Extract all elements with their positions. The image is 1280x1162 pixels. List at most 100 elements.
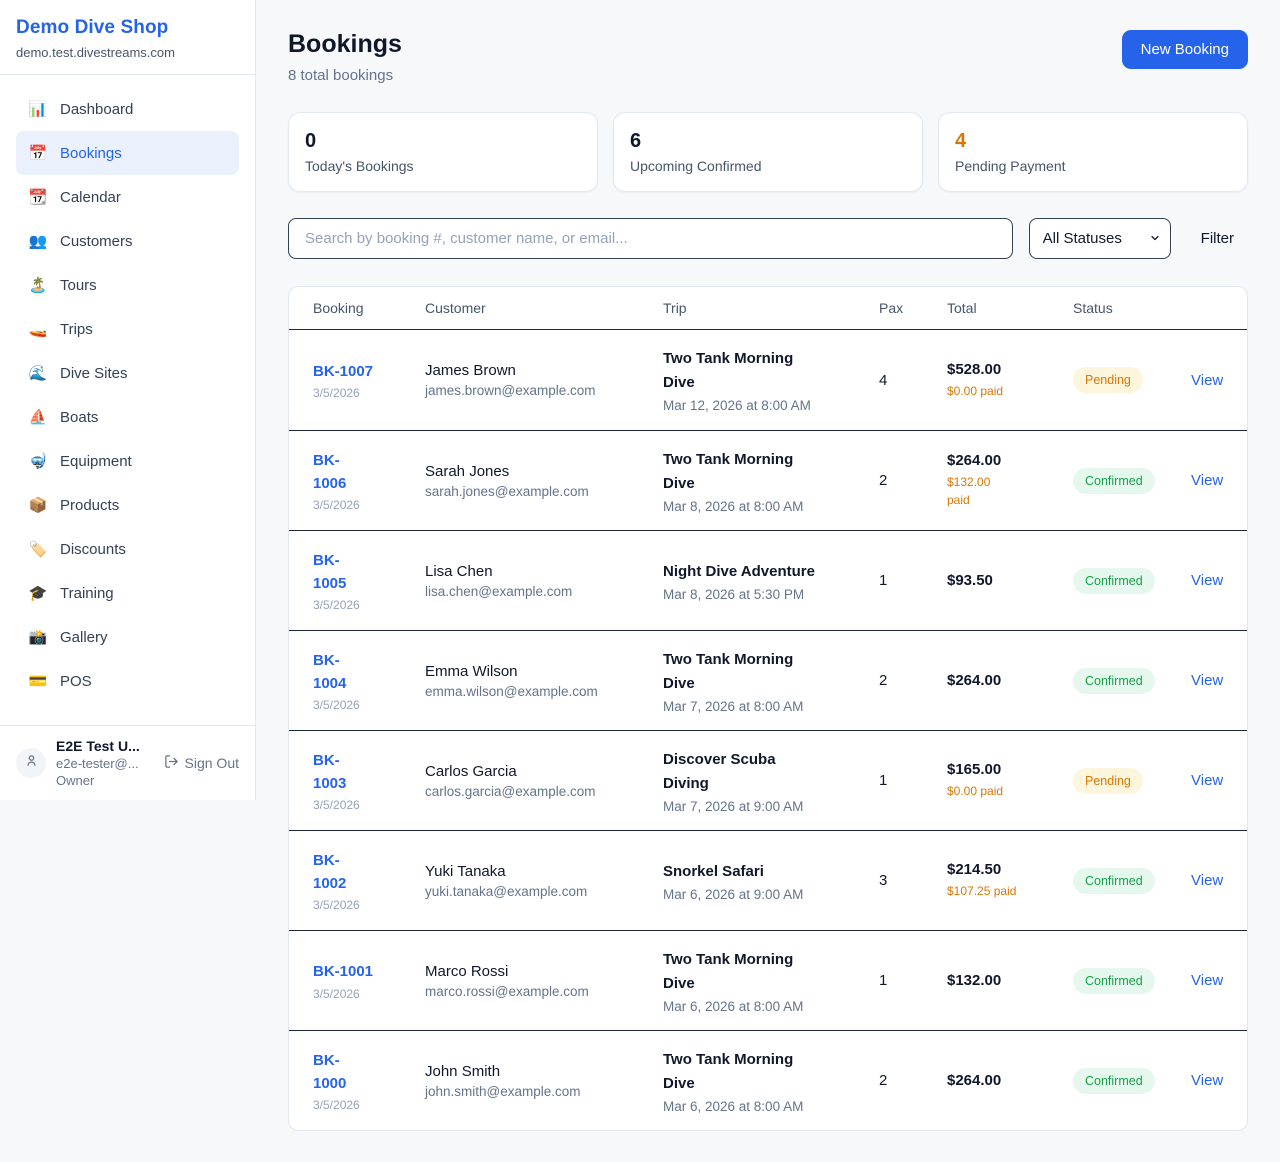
sidebar-item-trips[interactable]: 🚤 Trips [16, 307, 239, 351]
booking-id-link[interactable]: BK-1001 [313, 960, 425, 983]
page-title: Bookings [288, 30, 402, 59]
sign-out-icon [164, 754, 179, 772]
sidebar-item-dive-sites[interactable]: 🌊 Dive Sites [16, 351, 239, 395]
total-amount: $132.00 [947, 972, 1073, 989]
customers-icon: 👥 [28, 232, 48, 250]
sidebar-item-label: Bookings [60, 145, 122, 162]
status-badge: Confirmed [1073, 468, 1155, 494]
trip-title: Night Dive Adventure [663, 560, 879, 584]
pax-count: 2 [879, 1072, 947, 1089]
customer-email: emma.wilson@example.com [425, 684, 663, 699]
booking-id-link[interactable]: BK- 1000 [313, 1049, 425, 1096]
sidebar-item-label: Dashboard [60, 101, 133, 118]
status-badge: Confirmed [1073, 568, 1155, 594]
customer-email: marco.rossi@example.com [425, 984, 663, 999]
sidebar-item-label: Trips [60, 321, 93, 338]
sidebar-item-discounts[interactable]: 🏷️ Discounts [16, 527, 239, 571]
status-badge: Confirmed [1073, 668, 1155, 694]
sidebar-item-calendar[interactable]: 📆 Calendar [16, 175, 239, 219]
dashboard-icon: 📊 [28, 100, 48, 118]
view-link[interactable]: View [1191, 572, 1223, 589]
view-link[interactable]: View [1191, 872, 1223, 889]
total-amount: $528.00 [947, 361, 1073, 378]
search-input[interactable] [288, 218, 1013, 259]
sidebar-item-label: Customers [60, 233, 133, 250]
boats-icon: ⛵ [28, 408, 48, 426]
booking-id-link[interactable]: BK- 1005 [313, 549, 425, 596]
table-header: BookingCustomerTripPaxTotalStatus [289, 287, 1247, 330]
sidebar-item-label: Equipment [60, 453, 132, 470]
booking-id-link[interactable]: BK- 1002 [313, 849, 425, 896]
dive-sites-icon: 🌊 [28, 364, 48, 382]
bookings-table: BookingCustomerTripPaxTotalStatus BK-100… [288, 286, 1248, 1131]
table-row: BK- 1000 3/5/2026 John Smith john.smith@… [289, 1030, 1247, 1130]
sidebar-item-tours[interactable]: 🏝️ Tours [16, 263, 239, 307]
customer-email: james.brown@example.com [425, 383, 663, 398]
booking-date: 3/5/2026 [313, 898, 425, 912]
stat-label: Today's Bookings [305, 158, 581, 174]
sidebar-item-products[interactable]: 📦 Products [16, 483, 239, 527]
trip-title: Two Tank Morning Dive [663, 1048, 879, 1096]
sidebar-item-customers[interactable]: 👥 Customers [16, 219, 239, 263]
view-link[interactable]: View [1191, 672, 1223, 689]
user-name: E2E Test U... [56, 738, 154, 754]
table-row: BK-1001 3/5/2026 Marco Rossi marco.rossi… [289, 930, 1247, 1030]
total-amount: $264.00 [947, 452, 1073, 469]
trip-time: Mar 6, 2026 at 9:00 AM [663, 887, 879, 902]
booking-id-link[interactable]: BK- 1004 [313, 649, 425, 696]
pax-count: 1 [879, 972, 947, 989]
sidebar-item-training[interactable]: 🎓 Training [16, 571, 239, 615]
sidebar-item-label: POS [60, 673, 92, 690]
booking-date: 3/5/2026 [313, 598, 425, 612]
pax-count: 1 [879, 772, 947, 789]
view-link[interactable]: View [1191, 772, 1223, 789]
sidebar-item-label: Training [60, 585, 114, 602]
calendar-icon: 📆 [28, 188, 48, 206]
column-header-trip: Trip [663, 300, 879, 316]
pos-icon: 💳 [28, 672, 48, 690]
status-badge: Confirmed [1073, 1068, 1155, 1094]
customer-name: Marco Rossi [425, 963, 663, 980]
status-badge: Pending [1073, 367, 1143, 393]
stat-value: 6 [630, 130, 906, 153]
sign-out-button[interactable]: Sign Out [164, 754, 239, 772]
paid-amount: $0.00 paid [947, 782, 1073, 800]
sidebar-item-bookings[interactable]: 📅 Bookings [16, 131, 239, 175]
sidebar-item-label: Products [60, 497, 119, 514]
view-link[interactable]: View [1191, 1072, 1223, 1089]
status-select[interactable]: All Statuses [1029, 218, 1171, 259]
sidebar-item-dashboard[interactable]: 📊 Dashboard [16, 87, 239, 131]
filter-button[interactable]: Filter [1187, 230, 1248, 247]
view-link[interactable]: View [1191, 972, 1223, 989]
view-link[interactable]: View [1191, 472, 1223, 489]
new-booking-button[interactable]: New Booking [1122, 30, 1248, 69]
booking-id-link[interactable]: BK- 1006 [313, 449, 425, 496]
total-amount: $264.00 [947, 672, 1073, 689]
customer-name: James Brown [425, 362, 663, 379]
trip-title: Two Tank Morning Dive [663, 448, 879, 496]
trip-title: Two Tank Morning Dive [663, 948, 879, 996]
sidebar-item-equipment[interactable]: 🤿 Equipment [16, 439, 239, 483]
booking-id-link[interactable]: BK- 1003 [313, 749, 425, 796]
booking-id-link[interactable]: BK-1007 [313, 360, 425, 383]
customer-name: John Smith [425, 1063, 663, 1080]
brand-name[interactable]: Demo Dive Shop [16, 17, 239, 39]
sidebar-item-gallery[interactable]: 📸 Gallery [16, 615, 239, 659]
trips-icon: 🚤 [28, 320, 48, 338]
booking-date: 3/5/2026 [313, 798, 425, 812]
sidebar-item-pos[interactable]: 💳 POS [16, 659, 239, 703]
sidebar-item-boats[interactable]: ⛵ Boats [16, 395, 239, 439]
customer-name: Yuki Tanaka [425, 863, 663, 880]
sidebar-item-label: Gallery [60, 629, 108, 646]
trip-title: Discover Scuba Diving [663, 748, 879, 796]
customer-name: Carlos Garcia [425, 763, 663, 780]
trip-time: Mar 8, 2026 at 5:30 PM [663, 587, 879, 602]
stat-card: 6 Upcoming Confirmed [613, 112, 923, 192]
view-link[interactable]: View [1191, 372, 1223, 389]
booking-date: 3/5/2026 [313, 498, 425, 512]
stat-card: 4 Pending Payment [938, 112, 1248, 192]
trip-title: Two Tank Morning Dive [663, 648, 879, 696]
customer-email: yuki.tanaka@example.com [425, 884, 663, 899]
sign-out-label: Sign Out [185, 755, 239, 771]
gallery-icon: 📸 [28, 628, 48, 646]
